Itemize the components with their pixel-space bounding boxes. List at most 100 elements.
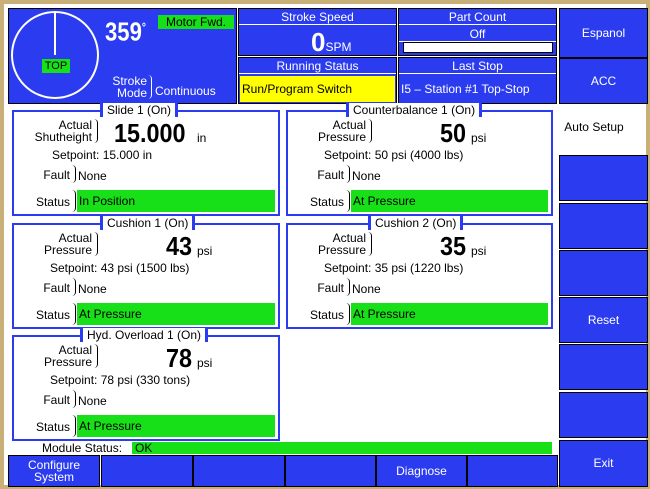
shutheight-bracket <box>94 119 98 143</box>
c2-fault-label: Fault <box>317 281 344 295</box>
cushion2-panel: Cushion 2 (On) Actual Pressure 35 psi Se… <box>286 216 553 329</box>
cb-fault-bracket <box>346 165 350 183</box>
cushion1-fault: None <box>78 282 107 296</box>
stroke-speed-value: 0SPM <box>311 27 352 57</box>
cushion1-status: At Pressure <box>77 303 275 325</box>
last-stop-panel: Last Stop I5 – Station #1 Top-Stop <box>398 57 557 104</box>
slide1-title: Slide 1 (On) <box>100 103 179 117</box>
hydoverload1-fault: None <box>78 394 107 408</box>
fault-bracket <box>72 165 76 183</box>
last-stop-title: Last Stop <box>399 59 556 74</box>
hydoverload1-value: 78 <box>166 343 193 373</box>
stroke-mode-label: Stroke Mode <box>112 74 147 100</box>
module-status-label: Module Status: <box>42 441 123 455</box>
fault-label: Fault <box>43 168 70 182</box>
bottom-button-6[interactable] <box>467 455 558 487</box>
exit-button[interactable]: Exit <box>559 440 648 487</box>
side-button-9[interactable] <box>559 392 648 438</box>
counterbalance1-panel: Counterbalance 1 (On) Actual Pressure 50… <box>286 103 553 216</box>
top-indicator: TOP <box>42 59 70 73</box>
side-button-5[interactable] <box>559 203 648 249</box>
ho-pressure-label: Actual Pressure <box>43 343 92 369</box>
bottom-button-2[interactable] <box>101 455 193 487</box>
cushion1-panel: Cushion 1 (On) Actual Pressure 43 psi Se… <box>12 216 280 329</box>
ho-fault-bracket <box>72 390 76 408</box>
press-control-screen: TOP 359° Motor Fwd. Stroke Mode Continuo… <box>0 0 650 489</box>
ho-status-bracket <box>72 415 76 437</box>
bottom-button-3[interactable] <box>193 455 285 487</box>
c2-fault-bracket <box>346 278 350 296</box>
slide1-setpoint: Setpoint: 15.000 in <box>52 148 153 162</box>
bottom-button-4[interactable] <box>285 455 376 487</box>
module-status-value: OK <box>132 442 552 454</box>
c1-pressure-label: Actual Pressure <box>43 231 92 257</box>
counterbalance1-value: 50 <box>440 118 467 148</box>
cushion2-title: Cushion 2 (On) <box>368 216 464 230</box>
hydoverload1-unit: psi <box>197 356 213 370</box>
slide1-status: In Position <box>77 190 275 212</box>
last-stop-value: I5 – Station #1 Top-Stop <box>401 82 530 96</box>
crank-dial-icon <box>11 11 99 99</box>
crank-angle-value: 359° <box>105 16 146 47</box>
cushion2-fault: None <box>352 282 381 296</box>
hydoverload1-status: At Pressure <box>77 415 275 437</box>
cushion1-title: Cushion 1 (On) <box>100 216 196 230</box>
crank-angle-panel: TOP 359° Motor Fwd. Stroke Mode Continuo… <box>8 8 237 104</box>
cb-status-label: Status <box>309 195 344 209</box>
ho-pressure-bracket <box>94 344 98 368</box>
shutheight-label: Actual Shutheight <box>34 118 92 144</box>
cb-pressure-label: Actual Pressure <box>317 118 366 144</box>
stroke-speed-title: Stroke Speed <box>239 10 396 25</box>
slide1-panel: Slide 1 (On) Actual Shutheight 15.000 in… <box>12 103 280 216</box>
slide1-fault: None <box>78 169 107 183</box>
reset-button[interactable]: Reset <box>559 297 648 343</box>
c1-status-label: Status <box>35 308 70 322</box>
counterbalance1-unit: psi <box>471 131 487 145</box>
c1-status-bracket <box>72 303 76 325</box>
running-status-title: Running Status <box>239 59 396 74</box>
c1-pressure-bracket <box>94 232 98 256</box>
c2-status-bracket <box>346 303 350 325</box>
side-button-6[interactable] <box>559 250 648 296</box>
cushion2-unit: psi <box>471 244 487 258</box>
counterbalance1-setpoint: Setpoint: 50 psi (4000 lbs) <box>324 148 464 162</box>
side-button-8[interactable] <box>559 344 648 390</box>
c1-fault-bracket <box>72 278 76 296</box>
motor-status: Motor Fwd. <box>158 15 234 29</box>
cb-fault-label: Fault <box>317 168 344 182</box>
diagnose-button[interactable]: Diagnose <box>376 455 467 487</box>
cushion2-setpoint: Setpoint: 35 psi (1220 lbs) <box>324 261 464 275</box>
counterbalance1-fault: None <box>352 169 381 183</box>
side-button-4[interactable] <box>559 155 648 201</box>
hydoverload1-setpoint: Setpoint: 78 psi (330 tons) <box>50 373 191 387</box>
c2-status-label: Status <box>309 308 344 322</box>
c1-fault-label: Fault <box>43 281 70 295</box>
counterbalance1-title: Counterbalance 1 (On) <box>346 103 483 117</box>
configure-system-button[interactable]: Configure System <box>8 455 100 487</box>
auto-setup-button[interactable]: Auto Setup <box>559 104 629 150</box>
cushion2-value: 35 <box>440 231 467 261</box>
cushion1-setpoint: Setpoint: 43 psi (1500 lbs) <box>50 261 190 275</box>
cushion1-value: 43 <box>166 231 193 261</box>
espanol-button[interactable]: Espanol <box>559 8 648 58</box>
ho-fault-label: Fault <box>43 393 70 407</box>
cb-pressure-bracket <box>368 119 372 143</box>
running-status-panel: Running Status Run/Program Switch <box>238 57 397 104</box>
hydoverload1-panel: Hyd. Overload 1 (On) Actual Pressure 78 … <box>12 328 280 441</box>
stroke-mode-bracket <box>148 75 152 99</box>
c2-pressure-bracket <box>368 232 372 256</box>
slide1-value: 15.000 <box>114 118 186 148</box>
part-count-value <box>403 42 553 53</box>
stroke-speed-panel: Stroke Speed 0SPM <box>238 8 397 56</box>
slide1-unit: in <box>197 131 207 145</box>
part-count-title: Part Count <box>399 10 556 25</box>
hydoverload1-title: Hyd. Overload 1 (On) <box>80 328 209 342</box>
counterbalance1-status: At Pressure <box>351 190 548 212</box>
acc-button[interactable]: ACC <box>559 58 648 104</box>
cushion2-status: At Pressure <box>351 303 548 325</box>
c2-pressure-label: Actual Pressure <box>317 231 366 257</box>
status-bracket <box>72 190 76 212</box>
cushion1-unit: psi <box>197 244 213 258</box>
status-label: Status <box>35 195 70 209</box>
running-status-value: Run/Program Switch <box>240 76 395 102</box>
